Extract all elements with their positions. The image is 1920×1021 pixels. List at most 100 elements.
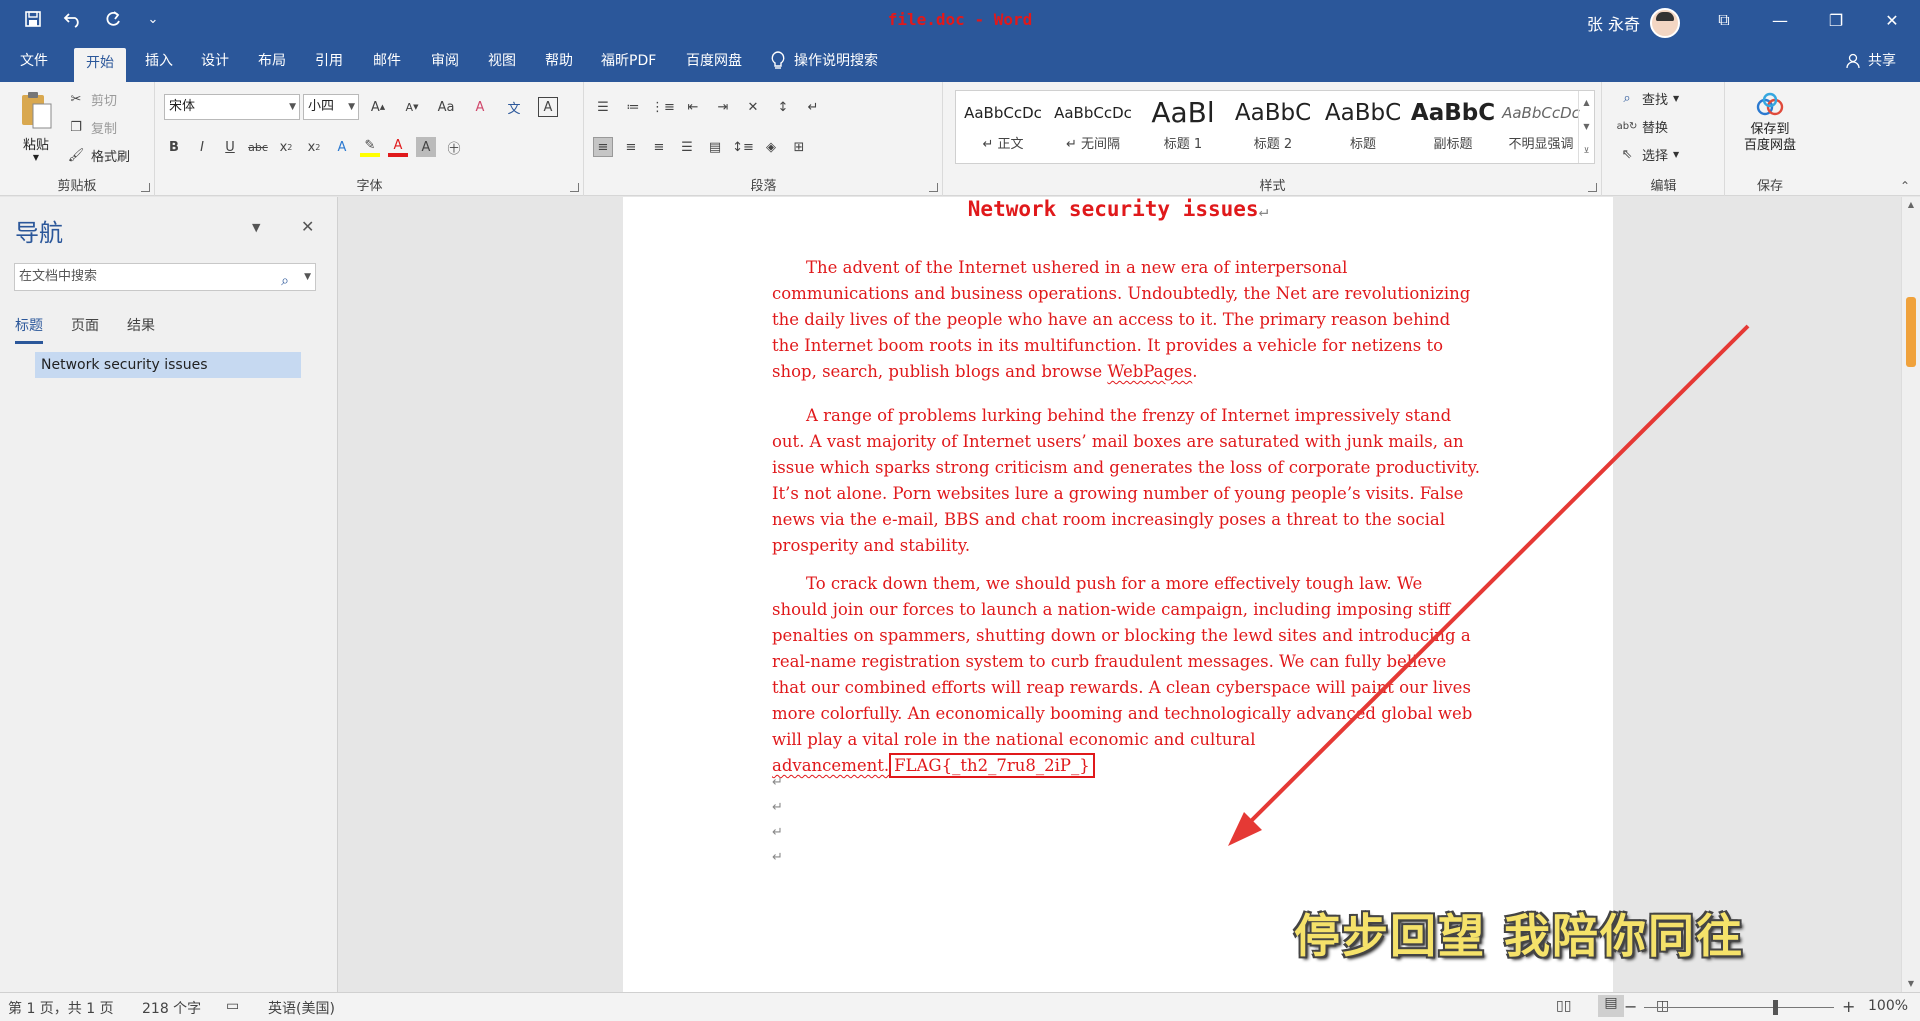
align-right-icon[interactable]: ≡ bbox=[649, 137, 669, 157]
styles-launcher-icon[interactable] bbox=[1588, 183, 1597, 192]
shrink-font-icon[interactable]: A ▼ bbox=[402, 97, 422, 117]
nav-tab-headings[interactable]: 标题 bbox=[15, 315, 43, 344]
bullets-icon[interactable]: ☰ bbox=[593, 97, 613, 117]
user-account[interactable]: 张 永奇 bbox=[1587, 8, 1680, 38]
font-name-select[interactable]: 宋体 ▼ bbox=[164, 94, 300, 120]
subscript-icon[interactable]: x2 bbox=[276, 137, 296, 157]
chevron-down-icon[interactable]: ▼ bbox=[1579, 115, 1594, 139]
enclose-characters-icon[interactable]: ㊉ bbox=[444, 137, 464, 157]
tab-references[interactable]: 引用 bbox=[303, 46, 355, 76]
show-marks-icon[interactable]: ↵ bbox=[803, 97, 823, 117]
tab-mailings[interactable]: 邮件 bbox=[361, 46, 413, 76]
format-painter-button[interactable]: 🖌 格式刷 bbox=[66, 144, 130, 166]
distributed-icon[interactable]: ▤ bbox=[705, 137, 725, 157]
numbering-icon[interactable]: ≔ bbox=[623, 97, 643, 117]
justify-icon[interactable]: ☰ bbox=[677, 137, 697, 157]
zoom-in-icon[interactable]: + bbox=[1842, 997, 1855, 1016]
styles-scrollbar[interactable]: ▲ ▼ ⊻ bbox=[1578, 91, 1594, 163]
share-button[interactable]: 共享 bbox=[1846, 46, 1896, 76]
tab-view[interactable]: 视图 bbox=[476, 46, 528, 76]
text-effects-icon[interactable]: A bbox=[332, 137, 352, 157]
print-layout-icon[interactable]: ▤ bbox=[1598, 995, 1624, 1017]
scroll-up-icon[interactable]: ▲ bbox=[1902, 197, 1920, 213]
style-heading-1[interactable]: AaBl 标题 1 bbox=[1138, 91, 1228, 163]
tell-me-search[interactable]: 操作说明搜索 bbox=[770, 46, 878, 76]
nav-heading-item[interactable]: Network security issues bbox=[35, 352, 301, 378]
font-launcher-icon[interactable] bbox=[570, 183, 579, 192]
increase-indent-icon[interactable]: ⇥ bbox=[713, 97, 733, 117]
zoom-slider-thumb[interactable] bbox=[1773, 1000, 1778, 1015]
style-subtle-emphasis[interactable]: AaBbCcDc 不明显强调 bbox=[1496, 91, 1586, 163]
collapse-ribbon-icon[interactable]: ⌃ bbox=[1900, 179, 1910, 193]
nav-search-input[interactable]: 在文档中搜索 ⌕ ▼ bbox=[14, 263, 316, 291]
bold-icon[interactable]: B bbox=[164, 137, 184, 157]
multilevel-list-icon[interactable]: ⋮≡ bbox=[651, 97, 675, 117]
scrollbar-thumb[interactable] bbox=[1906, 297, 1916, 367]
style-subtitle[interactable]: AaBbC 副标题 bbox=[1408, 91, 1498, 163]
close-icon[interactable]: ✕ bbox=[301, 217, 314, 236]
style-no-spacing[interactable]: AaBbCcDc ↵ 无间隔 bbox=[1048, 91, 1138, 163]
style-heading-2[interactable]: AaBbC 标题 2 bbox=[1228, 91, 1318, 163]
clear-format-icon[interactable]: A bbox=[470, 97, 490, 117]
tab-insert[interactable]: 插入 bbox=[133, 46, 185, 76]
paste-button[interactable]: 粘贴 ▼ bbox=[12, 90, 60, 162]
language-indicator[interactable]: 英语(美国) bbox=[268, 998, 335, 1018]
italic-icon[interactable]: I bbox=[192, 137, 212, 157]
grow-font-icon[interactable]: A ▲ bbox=[368, 97, 388, 117]
highlight-icon[interactable]: ✎ bbox=[360, 137, 380, 157]
zoom-out-icon[interactable]: − bbox=[1624, 997, 1637, 1016]
tab-layout[interactable]: 布局 bbox=[246, 46, 298, 76]
character-border-icon[interactable]: A bbox=[538, 97, 558, 117]
chevron-up-icon[interactable]: ▲ bbox=[1579, 91, 1594, 115]
font-size-select[interactable]: 小四 ▼ bbox=[303, 94, 359, 120]
page-count[interactable]: 第 1 页，共 1 页 bbox=[8, 998, 114, 1018]
tab-baidu-netdisk[interactable]: 百度网盘 bbox=[674, 46, 754, 76]
word-count[interactable]: 218 个字 bbox=[142, 998, 201, 1018]
tab-review[interactable]: 审阅 bbox=[419, 46, 471, 76]
copy-button[interactable]: ❐ 复制 bbox=[66, 116, 117, 138]
tab-help[interactable]: 帮助 bbox=[533, 46, 585, 76]
style-title[interactable]: AaBbC 标题 bbox=[1318, 91, 1408, 163]
superscript-icon[interactable]: x2 bbox=[304, 137, 324, 157]
search-icon[interactable]: ⌕ bbox=[281, 268, 289, 294]
align-center-icon[interactable]: ≡ bbox=[621, 137, 641, 157]
ribbon-display-icon[interactable]: ⧉ bbox=[1696, 0, 1752, 40]
font-color-icon[interactable]: A bbox=[388, 137, 408, 157]
sort-icon[interactable]: ↕ bbox=[773, 97, 793, 117]
cut-button[interactable]: ✂ 剪切 bbox=[66, 88, 117, 110]
shading-icon[interactable]: ◈ bbox=[761, 137, 781, 157]
strikethrough-icon[interactable]: abc bbox=[248, 137, 268, 157]
underline-icon[interactable]: U bbox=[220, 137, 240, 157]
restore-icon[interactable]: ❐ bbox=[1808, 0, 1864, 40]
style-normal[interactable]: AaBbCcDc ↵ 正文 bbox=[958, 91, 1048, 163]
tab-home[interactable]: 开始 bbox=[74, 48, 126, 82]
character-shading-icon[interactable]: A bbox=[416, 137, 436, 157]
select-button[interactable]: ⇖ 选择 ▼ bbox=[1617, 143, 1680, 165]
tab-design[interactable]: 设计 bbox=[189, 46, 241, 76]
save-to-baidu-button[interactable]: 保存到 百度网盘 bbox=[1730, 92, 1810, 154]
close-window-icon[interactable]: ✕ bbox=[1864, 0, 1920, 40]
zoom-level[interactable]: 100% bbox=[1868, 998, 1908, 1014]
line-spacing-icon[interactable]: ↕≡ bbox=[732, 137, 754, 157]
paste-dropdown-icon[interactable]: ▼ bbox=[12, 153, 60, 162]
read-mode-icon[interactable]: ▯▯ bbox=[1556, 998, 1571, 1014]
borders-icon[interactable]: ⊞ bbox=[789, 137, 809, 157]
phonetic-guide-icon[interactable]: 文 bbox=[504, 97, 524, 117]
nav-tab-pages[interactable]: 页面 bbox=[71, 315, 99, 344]
avatar[interactable] bbox=[1650, 8, 1680, 38]
scroll-down-icon[interactable]: ▼ bbox=[1902, 976, 1920, 992]
web-layout-icon[interactable]: ◫ bbox=[1656, 998, 1669, 1014]
clipboard-launcher-icon[interactable] bbox=[141, 183, 150, 192]
zoom-slider[interactable] bbox=[1644, 1007, 1834, 1008]
change-case-icon[interactable]: Aa bbox=[436, 97, 456, 117]
decrease-indent-icon[interactable]: ⇤ bbox=[683, 97, 703, 117]
chinese-layout-icon[interactable]: ✕ bbox=[743, 97, 763, 117]
nav-tab-results[interactable]: 结果 bbox=[127, 315, 155, 344]
find-button[interactable]: ⌕ 查找 ▼ bbox=[1617, 87, 1679, 109]
proofing-icon[interactable]: ▭ bbox=[226, 998, 239, 1014]
align-left-icon[interactable]: ≡ bbox=[593, 137, 613, 157]
more-styles-icon[interactable]: ⊻ bbox=[1579, 139, 1594, 163]
document-page[interactable]: Network security issues↵ The advent of t… bbox=[623, 197, 1613, 992]
nav-options-icon[interactable]: ▼ bbox=[252, 221, 260, 234]
chevron-down-icon[interactable]: ▼ bbox=[304, 264, 311, 290]
